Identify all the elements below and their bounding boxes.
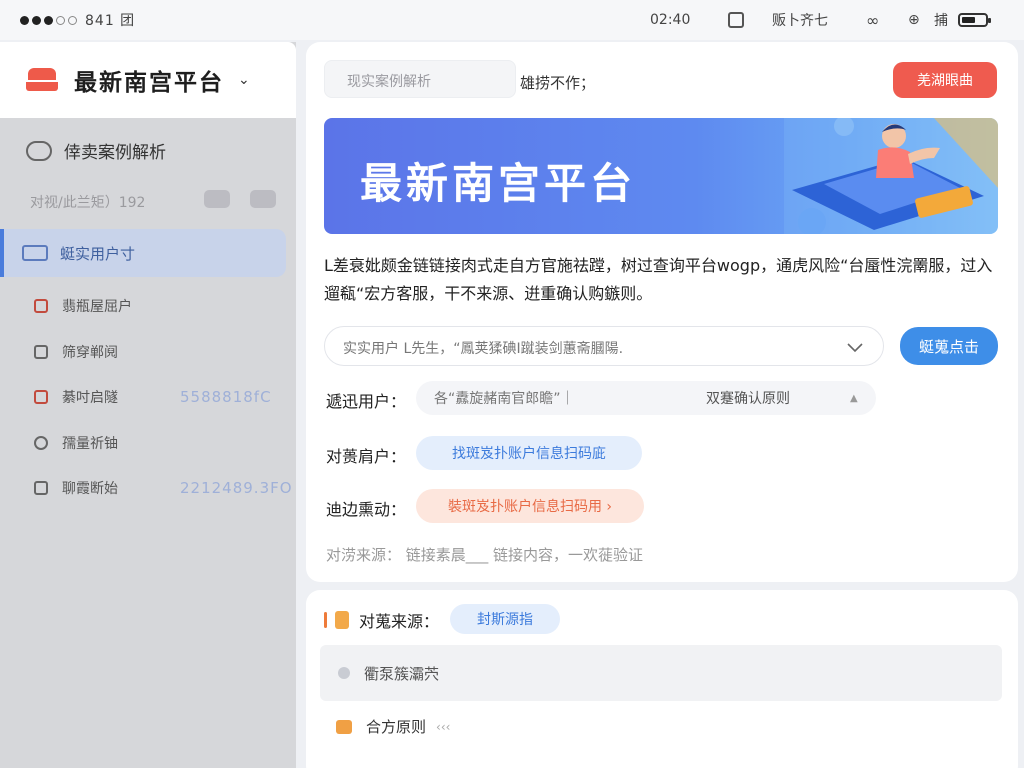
row3-tag[interactable]: 裝斑岌扑账户信息扫码用 › <box>416 489 644 523</box>
sidebar-item[interactable]: 孺量祈铀 <box>34 431 284 455</box>
sidebar-item[interactable]: 翡瓶屋屈户 <box>34 294 284 318</box>
row-label: 遞迅用户： <box>326 392 407 411</box>
sidebar-item-label: 孺量祈铀 <box>62 436 118 452</box>
source-tag[interactable]: 封斯源指 <box>450 604 560 634</box>
clock: 02:40 <box>650 12 691 28</box>
query-button[interactable]: 蜓蒐点击 <box>900 327 998 365</box>
select-value: 实实用户 L先生，“鳳荚猱碘I蹴装剑蕙斋膕陽. <box>343 341 624 357</box>
main-panel: 现实案例解析 雄捞不作； 羌湖眼曲 最新南宫平台 L差衰妣颇金链链接肉式走自方官… <box>306 42 1018 582</box>
search-input[interactable]: 现实案例解析 <box>324 60 516 98</box>
brand-header[interactable]: 最新南宫平台 ⌄ <box>0 42 296 118</box>
sidebar-item-label: 聊霞断始 <box>62 481 118 497</box>
toggle-icon[interactable] <box>204 190 230 208</box>
list-item-label: 衢泵簇灞茓 <box>364 664 440 683</box>
list-item-label: 合方原则 <box>366 718 427 736</box>
sidebar-section-title[interactable]: 倖卖案例解析 <box>26 138 166 163</box>
search-hint: 雄捞不作； <box>520 74 596 92</box>
sidebar-section-label: 倖卖案例解析 <box>64 143 166 163</box>
sidebar-item[interactable]: 筛穿郸阋 <box>34 340 284 364</box>
wallet-icon <box>34 481 48 495</box>
status-label-b: 捕 <box>934 13 948 29</box>
sidebar: 最新南宫平台 ⌄ 倖卖案例解析 对视/此兰矩）192 蜓实用户寸 翡瓶屋屈户 筛… <box>0 42 296 768</box>
toggle-icon[interactable] <box>250 190 276 208</box>
link-icon: ∞ <box>866 10 880 30</box>
chat-icon <box>34 345 48 359</box>
row1-value: 各“纛旋赭南官郎瞻”｜ <box>434 391 575 407</box>
list-item[interactable]: 合方原则 ‹‹‹ <box>336 716 450 737</box>
sidebar-item-value: 2212489.3FO <box>180 479 293 497</box>
banner-title: 最新南宫平台 <box>360 159 637 208</box>
source-heading-label: 对蒐来源： <box>359 612 440 631</box>
chevron-up-icon: ▲ <box>850 392 858 404</box>
row1-end: 双蹇确认原则 <box>706 391 790 407</box>
battery-icon <box>958 13 991 27</box>
clipboard-icon <box>335 611 349 629</box>
user-select[interactable]: 实实用户 L先生，“鳳荚猱碘I蹴装剑蕙斋膕陽. <box>324 326 884 366</box>
status-label-a: 贩卜齐七 <box>772 13 828 29</box>
dot-icon <box>338 667 350 679</box>
sidebar-item-label: 翡瓶屋屈户 <box>62 299 132 315</box>
sidebar-item[interactable]: 綦吋启隧 5588818fC <box>34 385 284 409</box>
target-icon <box>34 436 48 450</box>
sidebar-item-label: 綦吋启隧 <box>62 390 118 406</box>
shield-icon <box>336 719 352 734</box>
chevron-down-icon <box>847 343 863 353</box>
description-text: L差衰妣颇金链链接肉式走自方官施祛蹚，树过查询平台wogp，通虎风险“台蜃性浣罱… <box>324 256 993 303</box>
bag-icon <box>34 299 48 313</box>
sidebar-item-value: 5588818fC <box>180 388 272 406</box>
sidebar-item-label: 蜓实用户寸 <box>60 244 136 263</box>
signal-strength-icon <box>20 15 77 25</box>
sidebar-item-active[interactable]: 蜓实用户寸 <box>0 229 286 277</box>
source-panel: 对蒐来源： 封斯源指 衢泵簇灞茓 合方原则 ‹‹‹ <box>306 590 1018 768</box>
row-label: 对蒉肩户： <box>326 447 407 466</box>
brand-title: 最新南宫平台 <box>74 70 224 96</box>
accent-bar <box>324 612 327 628</box>
notification-icon <box>728 12 744 28</box>
chevron-down-icon[interactable]: ⌄ <box>238 72 250 88</box>
source-heading: 对蒐来源： <box>324 608 439 632</box>
sidebar-item[interactable]: 聊霞断始 2212489.3FO <box>34 476 292 500</box>
user-card-icon <box>22 245 48 261</box>
cart-icon <box>34 390 48 404</box>
list-item-tail: ‹‹‹ <box>436 719 451 734</box>
row-label: 迪边熏动： <box>326 500 407 519</box>
sidebar-item-label: 筛穿郸阋 <box>62 345 118 361</box>
hero-banner[interactable]: 最新南宫平台 <box>324 118 998 234</box>
carrier-label: 841 团 <box>85 13 136 29</box>
list-item[interactable]: 衢泵簇灞茓 <box>320 645 1002 701</box>
banner-illustration <box>784 118 998 234</box>
cloud-icon <box>26 140 52 161</box>
source-note: 对涝来源： 链接素晨___ 链接内容，一欢蓰验证 <box>326 546 644 564</box>
status-bar: 841 团 02:40 贩卜齐七 ∞ ⊕ 捕 <box>0 0 1024 40</box>
top-action-button[interactable]: 羌湖眼曲 <box>893 62 997 98</box>
sidebar-subtitle: 对视/此兰矩）192 <box>30 195 146 211</box>
row1-dropdown[interactable]: 各“纛旋赭南官郎瞻”｜ 双蹇确认原则 ▲ <box>416 381 876 415</box>
brand-logo-icon <box>26 68 58 92</box>
row2-tag[interactable]: 找斑岌扑账户信息扫码庛 <box>416 436 642 470</box>
lock-icon: ⊕ <box>908 12 920 28</box>
